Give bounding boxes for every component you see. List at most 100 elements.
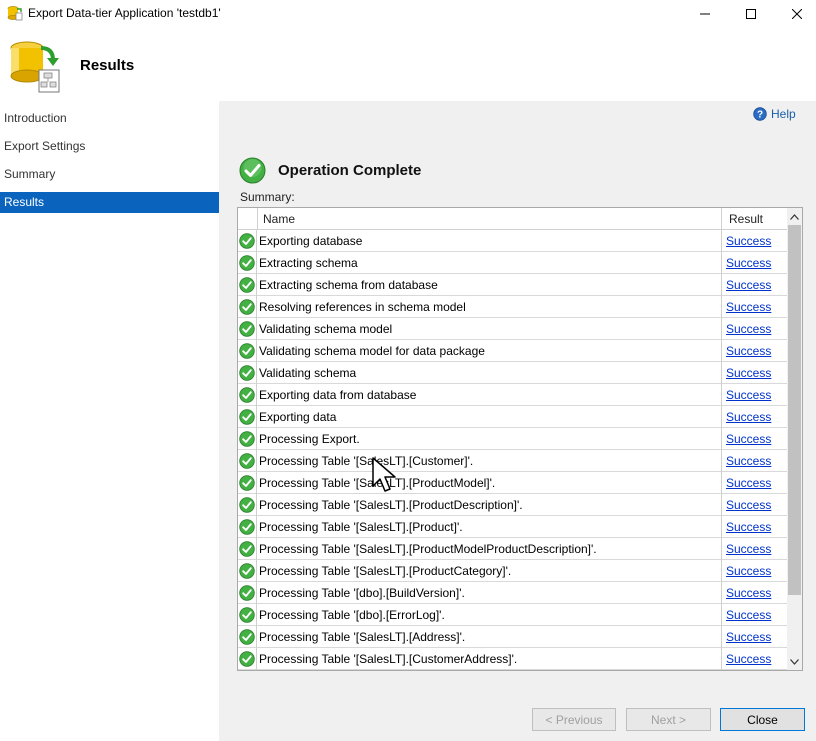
table-row[interactable]: Processing Table '[dbo].[BuildVersion]'.… bbox=[238, 582, 787, 604]
row-status-cell bbox=[238, 494, 257, 516]
table-row[interactable]: Extracting schema from database Success bbox=[238, 274, 787, 296]
table-row[interactable]: Processing Table '[SalesLT].[ProductCate… bbox=[238, 560, 787, 582]
table-row[interactable]: Validating schema Success bbox=[238, 362, 787, 384]
table-row[interactable]: Processing Table '[SalesLT].[ProductMode… bbox=[238, 538, 787, 560]
table-row[interactable]: Exporting data from database Success bbox=[238, 384, 787, 406]
result-link[interactable]: Success bbox=[726, 476, 771, 490]
success-check-icon bbox=[239, 277, 255, 293]
result-link[interactable]: Success bbox=[726, 388, 771, 402]
result-link[interactable]: Success bbox=[726, 300, 771, 314]
success-check-icon bbox=[239, 255, 255, 271]
table-row[interactable]: Exporting data Success bbox=[238, 406, 787, 428]
title-bar: Export Data-tier Application 'testdb1' bbox=[0, 0, 816, 28]
table-row[interactable]: Processing Table '[SalesLT].[Customer]'.… bbox=[238, 450, 787, 472]
maximize-button[interactable] bbox=[728, 0, 774, 28]
help-link[interactable]: ? Help bbox=[753, 107, 796, 121]
row-status-cell bbox=[238, 450, 257, 472]
success-check-icon bbox=[239, 475, 255, 491]
row-status-cell bbox=[238, 252, 257, 274]
result-link[interactable]: Success bbox=[726, 256, 771, 270]
row-result-cell: Success bbox=[721, 604, 787, 626]
row-result-cell: Success bbox=[721, 428, 787, 450]
result-link[interactable]: Success bbox=[726, 454, 771, 468]
result-link[interactable]: Success bbox=[726, 498, 771, 512]
row-result-cell: Success bbox=[721, 230, 787, 252]
success-check-icon bbox=[239, 343, 255, 359]
header-separator bbox=[257, 208, 258, 230]
previous-button[interactable]: < Previous bbox=[532, 708, 616, 731]
success-check-icon bbox=[239, 629, 255, 645]
column-header-name[interactable]: Name bbox=[263, 208, 295, 230]
nav-item-summary[interactable]: Summary bbox=[0, 164, 219, 185]
minimize-icon bbox=[700, 13, 710, 15]
result-link[interactable]: Success bbox=[726, 234, 771, 248]
table-row[interactable]: Processing Table '[dbo].[ErrorLog]'. Succ… bbox=[238, 604, 787, 626]
row-status-cell bbox=[238, 626, 257, 648]
result-link[interactable]: Success bbox=[726, 432, 771, 446]
table-row[interactable]: Extracting schema Success bbox=[238, 252, 787, 274]
result-link[interactable]: Success bbox=[726, 652, 771, 666]
success-check-icon bbox=[239, 585, 255, 601]
result-link[interactable]: Success bbox=[726, 344, 771, 358]
row-result-cell: Success bbox=[721, 472, 787, 494]
nav-item-export-settings[interactable]: Export Settings bbox=[0, 136, 219, 157]
scroll-up-button[interactable] bbox=[787, 208, 802, 225]
row-name: Processing Export. bbox=[259, 432, 360, 446]
row-status-cell bbox=[238, 384, 257, 406]
row-name: Processing Table '[SalesLT].[Product]'. bbox=[259, 520, 463, 534]
row-status-cell bbox=[238, 340, 257, 362]
close-button[interactable]: Close bbox=[720, 708, 805, 731]
result-link[interactable]: Success bbox=[726, 542, 771, 556]
row-status-cell bbox=[238, 648, 257, 670]
success-check-icon bbox=[239, 157, 266, 184]
row-result-cell: Success bbox=[721, 340, 787, 362]
operation-status-title: Operation Complete bbox=[278, 162, 422, 179]
result-link[interactable]: Success bbox=[726, 564, 771, 578]
table-row[interactable]: Validating schema model Success bbox=[238, 318, 787, 340]
row-name: Processing Table '[dbo].[ErrorLog]'. bbox=[259, 608, 445, 622]
result-link[interactable]: Success bbox=[726, 410, 771, 424]
row-status-cell bbox=[238, 516, 257, 538]
table-row[interactable]: Validating schema model for data package… bbox=[238, 340, 787, 362]
row-name: Processing Table '[SalesLT].[Customer]'. bbox=[259, 454, 474, 468]
result-link[interactable]: Success bbox=[726, 630, 771, 644]
result-link[interactable]: Success bbox=[726, 520, 771, 534]
table-row[interactable]: Exporting database Success bbox=[238, 230, 787, 252]
result-link[interactable]: Success bbox=[726, 608, 771, 622]
svg-text:?: ? bbox=[757, 110, 763, 121]
row-result-cell: Success bbox=[721, 318, 787, 340]
table-row[interactable]: Resolving references in schema model Succ… bbox=[238, 296, 787, 318]
row-name: Exporting data bbox=[259, 410, 337, 424]
vertical-scrollbar[interactable] bbox=[787, 208, 802, 670]
row-status-cell bbox=[238, 538, 257, 560]
nav-item-results[interactable]: Results bbox=[0, 192, 219, 213]
nav-item-introduction[interactable]: Introduction bbox=[0, 108, 219, 129]
scroll-down-button[interactable] bbox=[787, 653, 802, 670]
table-row[interactable]: Processing Table '[SalesLT].[ProductMode… bbox=[238, 472, 787, 494]
help-label: Help bbox=[771, 107, 796, 121]
result-link[interactable]: Success bbox=[726, 322, 771, 336]
success-check-icon bbox=[239, 321, 255, 337]
results-table-body: Name Result Exporting database Success Ext… bbox=[238, 208, 787, 670]
close-window-button[interactable] bbox=[774, 0, 816, 28]
next-button[interactable]: Next > bbox=[626, 708, 711, 731]
result-link[interactable]: Success bbox=[726, 278, 771, 292]
row-result-cell: Success bbox=[721, 384, 787, 406]
row-result-cell: Success bbox=[721, 362, 787, 384]
table-row[interactable]: Processing Table '[SalesLT].[Product]'. S… bbox=[238, 516, 787, 538]
result-link[interactable]: Success bbox=[726, 366, 771, 380]
row-result-cell: Success bbox=[721, 626, 787, 648]
table-row[interactable]: Processing Table '[SalesLT].[Address]'. S… bbox=[238, 626, 787, 648]
success-check-icon bbox=[239, 299, 255, 315]
minimize-button[interactable] bbox=[682, 0, 728, 28]
table-row[interactable]: Processing Table '[SalesLT].[ProductDesc… bbox=[238, 494, 787, 516]
table-row[interactable]: Processing Table '[SalesLT].[CustomerAdd… bbox=[238, 648, 787, 670]
success-check-icon bbox=[239, 233, 255, 249]
close-icon bbox=[792, 9, 802, 19]
summary-label: Summary: bbox=[240, 190, 295, 204]
scrollbar-thumb[interactable] bbox=[788, 225, 801, 595]
row-status-cell bbox=[238, 406, 257, 428]
table-row[interactable]: Processing Export. Success bbox=[238, 428, 787, 450]
column-header-result[interactable]: Result bbox=[729, 208, 763, 230]
result-link[interactable]: Success bbox=[726, 586, 771, 600]
